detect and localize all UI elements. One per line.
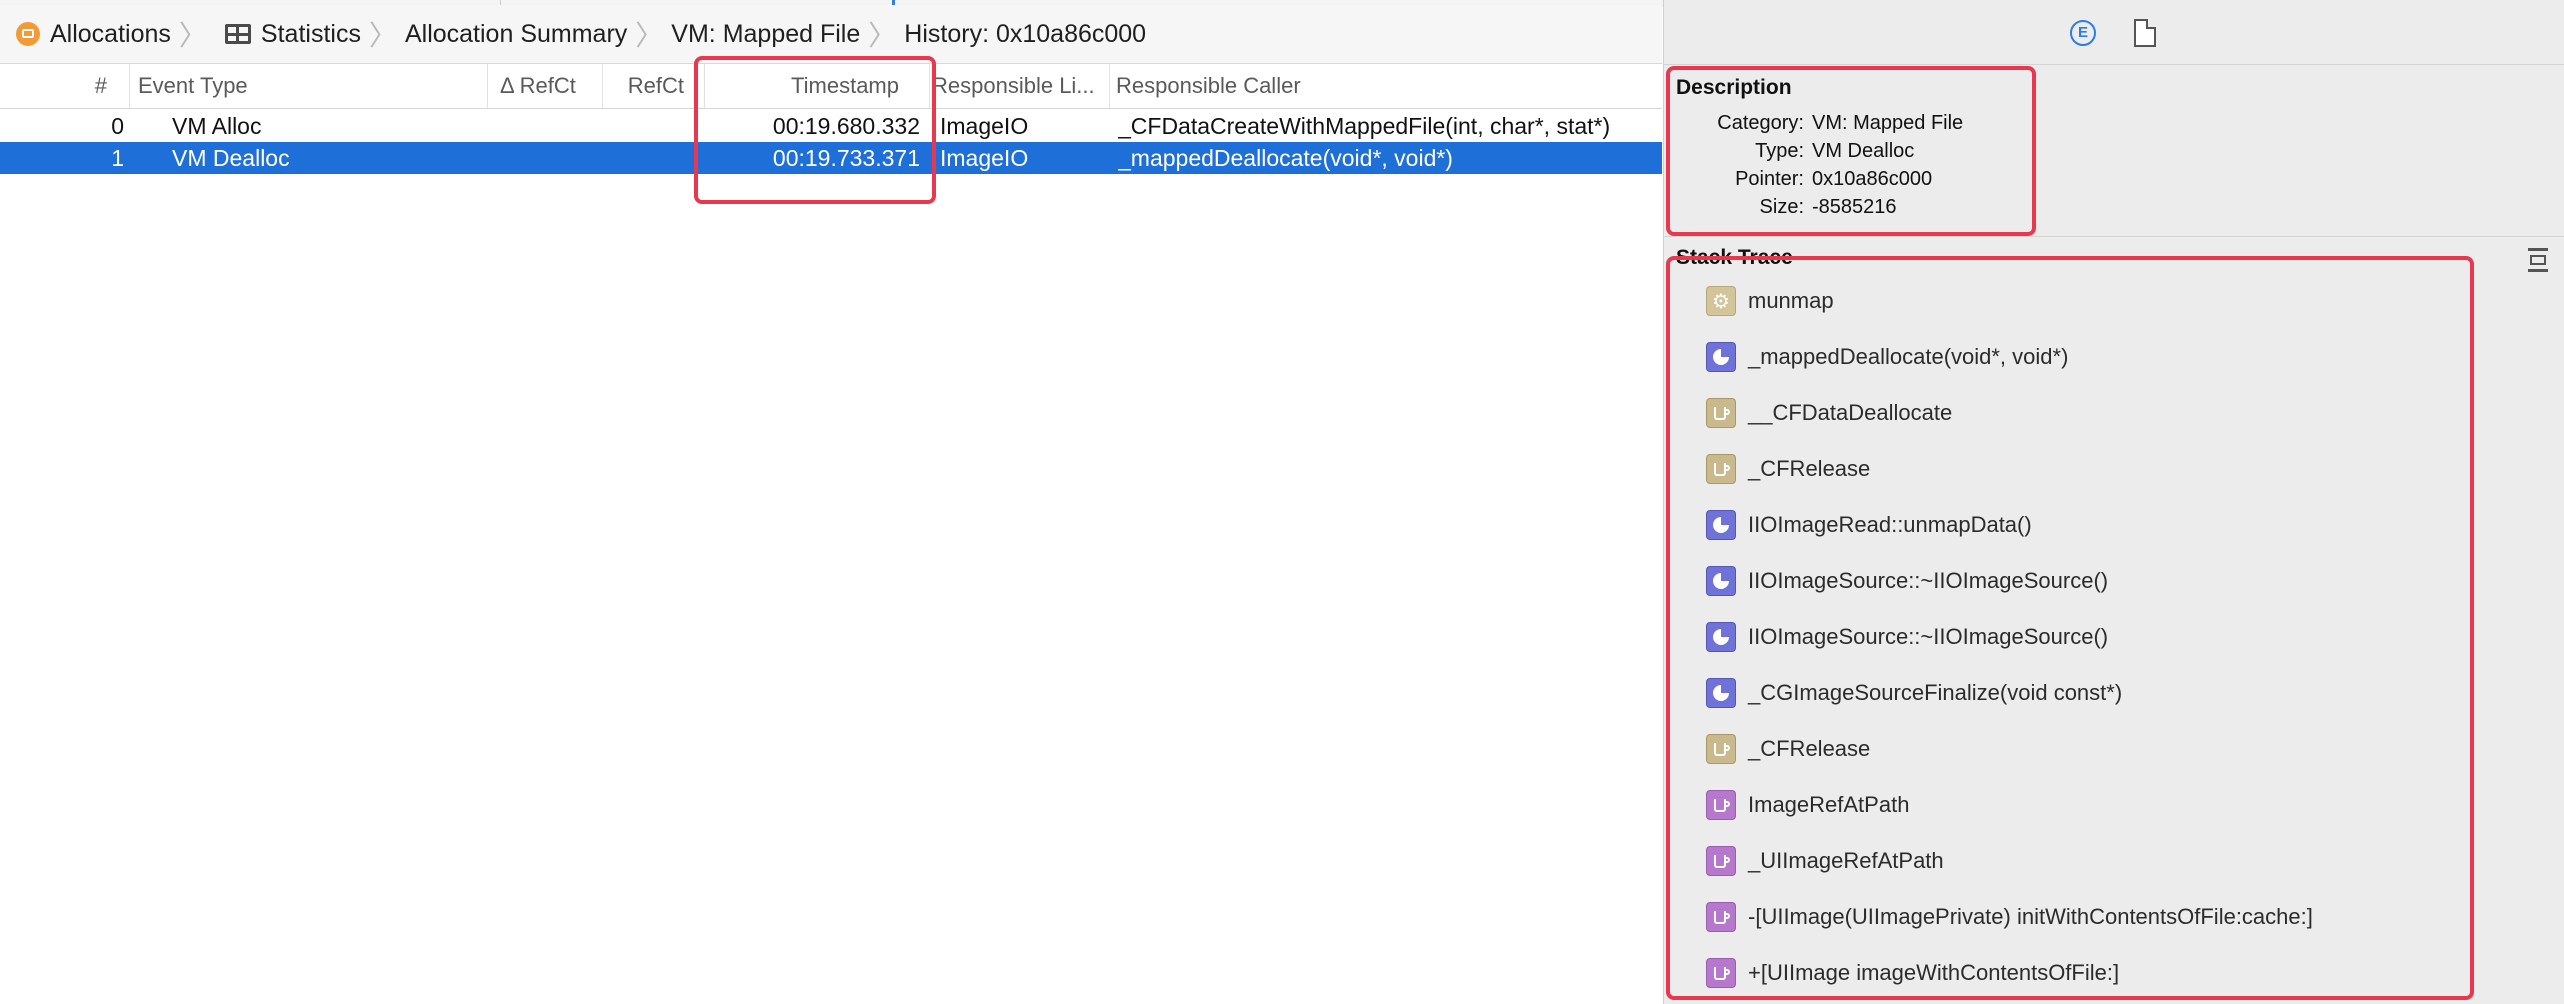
stack-frame-label: IIOImageSource::~IIOImageSource()	[1748, 624, 2109, 649]
stack-frame[interactable]: IIOImageSource::~IIOImageSource()	[1706, 561, 2108, 601]
crumb-vm-mapped-file[interactable]: VM: Mapped File	[665, 5, 866, 63]
cell-responsible-library: ImageIO	[940, 113, 1029, 139]
description-key: Pointer:	[1735, 168, 1804, 190]
crumb-label: History: 0x10a86c000	[904, 19, 1147, 48]
stack-frame-label: IIOImageSource::~IIOImageSource()	[1748, 568, 2109, 593]
cell-responsible-library: ImageIO	[940, 145, 1029, 171]
stack-frame[interactable]: _CFRelease	[1706, 729, 1870, 769]
cell-responsible-caller: _mappedDeallocate(void*, void*)	[1118, 145, 1453, 171]
chevron-right-icon: 〉	[868, 20, 897, 51]
cell-number: 1	[111, 145, 124, 171]
history-table: # Event Type Δ RefCt RefCt Timestamp Res…	[0, 64, 1662, 1004]
framework-icon	[1706, 678, 1736, 708]
framework-icon	[1706, 622, 1736, 652]
crumb-statistics[interactable]: Statistics	[209, 5, 367, 63]
framework-icon	[1706, 342, 1736, 372]
inspector-toolbar: E	[1664, 0, 2564, 65]
column-header-delta-refct[interactable]: Δ RefCt	[488, 64, 603, 108]
description-section: Description Category: VM: Mapped File Ty…	[1664, 64, 2564, 237]
stack-frame-label: _mappedDeallocate(void*, void*)	[1748, 344, 2069, 369]
description-value: -8585216	[1812, 196, 1897, 218]
table-row[interactable]: 1 VM Dealloc 00:19.733.371 ImageIO _mapp…	[0, 142, 1662, 174]
cell-timestamp: 00:19.680.332	[772, 113, 920, 139]
cell-event-type: VM Alloc	[172, 113, 262, 139]
uikit-icon	[1706, 902, 1736, 932]
stack-frame[interactable]: munmap	[1706, 281, 1834, 321]
description-key: Category:	[1717, 112, 1804, 134]
cell-number: 0	[111, 113, 124, 139]
stack-frame[interactable]: -[UIImage(UIImagePrivate) initWithConten…	[1706, 897, 2313, 937]
column-header-timestamp[interactable]: Timestamp	[705, 64, 930, 108]
crumb-history[interactable]: History: 0x10a86c000	[898, 5, 1152, 63]
crumb-label: Allocations	[50, 19, 171, 48]
table-row[interactable]: 0 VM Alloc 00:19.680.332 ImageIO _CFData…	[0, 110, 1662, 142]
stack-frame-label: _CFRelease	[1748, 736, 1871, 761]
core-foundation-icon	[1706, 398, 1736, 428]
stack-frame-label: munmap	[1748, 288, 1834, 313]
stack-frame-label: -[UIImage(UIImagePrivate) initWithConten…	[1748, 904, 2313, 929]
column-header-number[interactable]: #	[0, 64, 130, 108]
description-value: 0x10a86c000	[1812, 168, 1933, 190]
stack-frame-label: __CFDataDeallocate	[1748, 400, 1953, 425]
cell-responsible-caller: _CFDataCreateWithMappedFile(int, char*, …	[1118, 113, 1611, 139]
inspector-panel: E Description Category: VM: Mapped File …	[1663, 0, 2564, 1004]
stack-frame[interactable]: _UIImageRefAtPath	[1706, 841, 1944, 881]
extended-detail-icon[interactable]: E	[2070, 20, 2096, 46]
allocations-icon	[16, 22, 40, 46]
stack-frame[interactable]: _CGImageSourceFinalize(void const*)	[1706, 673, 2122, 713]
description-value: VM Dealloc	[1812, 140, 1915, 162]
cell-event-type: VM Dealloc	[172, 145, 290, 171]
grid-icon	[224, 24, 251, 44]
stack-frame[interactable]: _CFRelease	[1706, 449, 1870, 489]
stack-trace-title: Stack Trace	[1676, 246, 1793, 269]
framework-icon	[1706, 566, 1736, 596]
description-value: VM: Mapped File	[1812, 112, 1964, 134]
stack-frame[interactable]: ImageRefAtPath	[1706, 785, 1909, 825]
stack-frame-label: ImageRefAtPath	[1748, 792, 1910, 817]
cell-timestamp: 00:19.733.371	[772, 145, 920, 171]
stack-frame[interactable]: IIOImageRead::unmapData()	[1706, 505, 2032, 545]
column-header-responsible-library[interactable]: Responsible Li...	[930, 64, 1110, 108]
uikit-icon	[1706, 790, 1736, 820]
breadcrumb: Allocations 〉 Statistics 〉 Allocation Su…	[0, 5, 1662, 64]
stack-trace-section: Stack Trace munmap _mappedDeallocate(voi…	[1664, 236, 2564, 1004]
column-header-responsible-caller[interactable]: Responsible Caller	[1110, 64, 1662, 108]
stack-frame-label: _CGImageSourceFinalize(void const*)	[1748, 680, 2123, 705]
crumb-label: VM: Mapped File	[671, 19, 861, 48]
stack-frame-label: _CFRelease	[1748, 456, 1871, 481]
uikit-icon	[1706, 846, 1736, 876]
framework-icon	[1706, 510, 1736, 540]
stack-frame[interactable]: __CFDataDeallocate	[1706, 393, 1952, 433]
stack-frame[interactable]: IIOImageSource::~IIOImageSource()	[1706, 617, 2108, 657]
crumb-label: Statistics	[260, 19, 361, 48]
chevron-right-icon: 〉	[635, 20, 664, 51]
table-header: # Event Type Δ RefCt RefCt Timestamp Res…	[0, 64, 1662, 109]
chevron-right-icon: 〉	[178, 20, 207, 51]
stack-frame-label: +[UIImage imageWithContentsOfFile:]	[1748, 960, 2120, 985]
crumb-label: Allocation Summary	[404, 19, 628, 48]
description-key: Size:	[1759, 196, 1804, 218]
crumb-allocations[interactable]: Allocations	[0, 5, 177, 63]
document-icon[interactable]	[2134, 19, 2156, 47]
description-key: Type:	[1755, 140, 1804, 162]
stack-frame[interactable]: +[UIImage imageWithContentsOfFile:]	[1706, 953, 2119, 993]
crumb-allocation-summary[interactable]: Allocation Summary	[399, 5, 633, 63]
chevron-right-icon: 〉	[368, 20, 397, 51]
core-foundation-icon	[1706, 734, 1736, 764]
collapse-icon[interactable]	[2526, 248, 2550, 272]
description-title: Description	[1676, 76, 1792, 99]
stack-frame-label: IIOImageRead::unmapData()	[1748, 512, 2032, 537]
core-foundation-icon	[1706, 454, 1736, 484]
stack-frame[interactable]: _mappedDeallocate(void*, void*)	[1706, 337, 2068, 377]
uikit-icon	[1706, 958, 1736, 988]
column-header-event-type[interactable]: Event Type	[130, 64, 488, 108]
system-library-icon	[1706, 286, 1736, 316]
column-header-refct[interactable]: RefCt	[603, 64, 705, 108]
stack-frame-label: _UIImageRefAtPath	[1748, 848, 1944, 873]
